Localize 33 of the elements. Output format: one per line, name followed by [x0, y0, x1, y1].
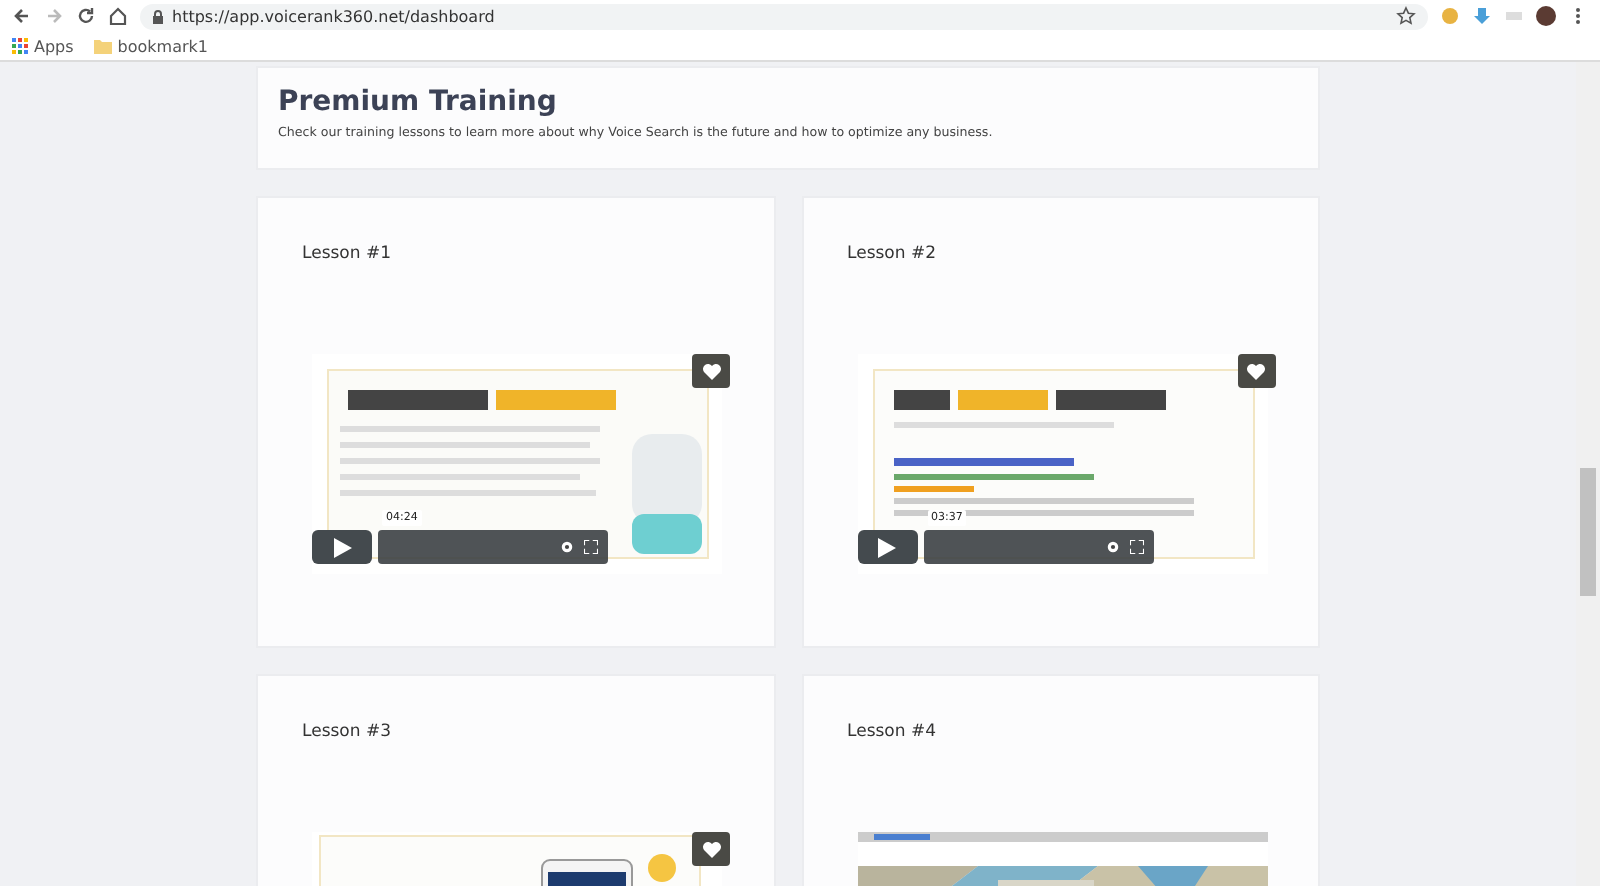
play-button[interactable] [312, 530, 372, 564]
avatar-icon[interactable] [1536, 6, 1556, 26]
section-title: Premium Training [278, 86, 559, 118]
bookmark[interactable]: bookmark1 [93, 37, 209, 55]
settings-icon[interactable] [1105, 540, 1119, 554]
reload-icon[interactable] [76, 6, 96, 26]
play-button[interactable] [857, 530, 917, 564]
address-bar[interactable]: https://app.voicerank360.net/dashboard [140, 3, 1428, 29]
home-icon[interactable] [108, 6, 128, 26]
lesson-title: Lesson #1 [302, 244, 393, 264]
lesson-title: Lesson #2 [847, 244, 938, 264]
bookmark[interactable]: Apps [12, 37, 74, 55]
settings-icon[interactable] [560, 540, 574, 554]
play-icon [878, 537, 896, 557]
download-icon[interactable] [1472, 6, 1492, 26]
back-icon[interactable] [12, 6, 32, 26]
lock-icon [152, 9, 164, 23]
lesson-title: Lesson #4 [847, 722, 938, 742]
favorite-button[interactable] [692, 832, 730, 866]
apps-grid-icon [12, 38, 28, 54]
fullscreen-icon[interactable] [584, 540, 598, 554]
favorite-button[interactable] [692, 354, 730, 388]
heart-icon [1246, 362, 1266, 380]
favorite-button[interactable] [1237, 354, 1275, 388]
star-icon[interactable] [1396, 6, 1416, 26]
play-icon [333, 537, 351, 557]
lesson-title: Lesson #3 [302, 722, 393, 742]
heart-icon [701, 840, 721, 858]
heart-icon [701, 362, 721, 380]
url-text: https://app.voicerank360.net/dashboard [172, 7, 497, 25]
scrollbar-thumb[interactable] [1580, 468, 1596, 596]
folder-icon [93, 38, 112, 54]
fullscreen-icon[interactable] [1129, 540, 1143, 554]
